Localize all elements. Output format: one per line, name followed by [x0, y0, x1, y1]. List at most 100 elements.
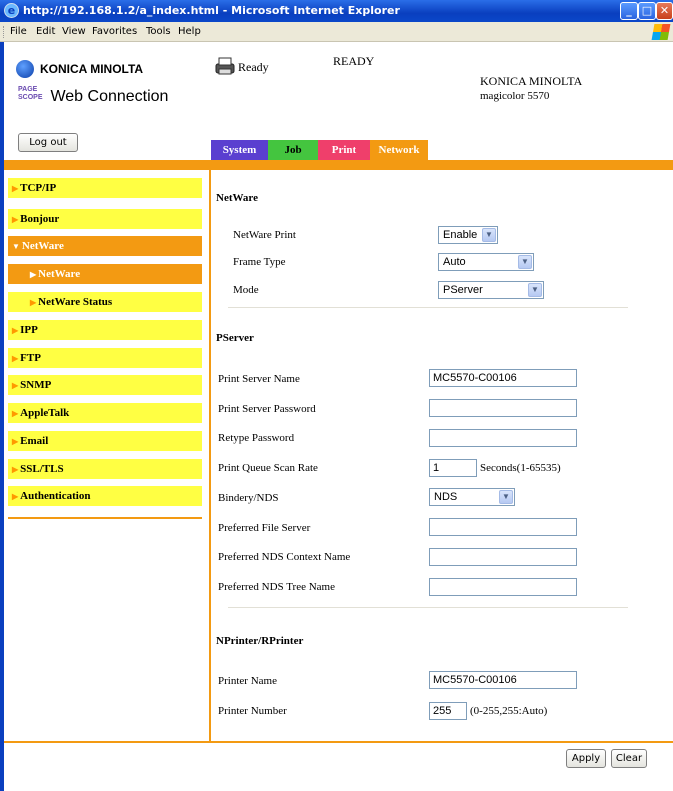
sidebar-item-ssltls[interactable]: ▶ SSL/TLS [8, 459, 202, 479]
menu-edit[interactable]: Edit [36, 26, 55, 37]
netware-print-label: NetWare Print [233, 229, 296, 241]
arrow-right-icon: ▶ [12, 215, 19, 224]
sidebar-item-label: AppleTalk [20, 407, 70, 419]
preferred-nds-context-label: Preferred NDS Context Name [218, 551, 351, 563]
print-queue-scan-rate-input[interactable]: 1 [429, 459, 477, 477]
bindery-nds-value: NDS [434, 491, 458, 503]
tab-system[interactable]: System [211, 140, 268, 160]
menu-help[interactable]: Help [178, 26, 201, 37]
sidebar-item-tcpip[interactable]: ▶ TCP/IP [8, 178, 202, 198]
minimize-button[interactable]: _ [620, 2, 638, 20]
sidebar-item-ipp[interactable]: ▶ IPP [8, 320, 202, 340]
retype-password-label: Retype Password [218, 432, 295, 444]
print-server-name-input[interactable]: MC5570-C00106 [429, 369, 577, 387]
sidebar-item-label: Bonjour [20, 213, 60, 225]
close-button[interactable]: ✕ [656, 2, 673, 20]
print-queue-scan-rate-label: Print Queue Scan Rate [218, 462, 318, 474]
arrow-right-icon: ▶ [12, 409, 19, 418]
menu-view[interactable]: View [62, 26, 86, 37]
sidebar-item-label: IPP [20, 324, 38, 336]
bindery-nds-label: Bindery/NDS [218, 492, 279, 504]
sidebar-item-ftp[interactable]: ▶ FTP [8, 348, 202, 368]
sidebar-item-label: FTP [20, 352, 41, 364]
netware-print-select[interactable]: Enable ▼ [438, 226, 498, 244]
preferred-nds-context-input[interactable] [429, 548, 577, 566]
sidebar-item-label: NetWare [38, 268, 81, 280]
preferred-nds-tree-label: Preferred NDS Tree Name [218, 581, 335, 593]
mode-select[interactable]: PServer ▼ [438, 281, 544, 299]
print-server-password-label: Print Server Password [218, 403, 316, 415]
mode-value: PServer [443, 284, 483, 296]
arrow-right-icon: ▶ [12, 381, 19, 390]
status-caps: READY [333, 54, 375, 68]
menu-file[interactable]: File [10, 26, 27, 37]
mode-label: Mode [233, 284, 259, 296]
arrow-right-icon: ▶ [12, 326, 19, 335]
sidebar-item-label: Authentication [20, 490, 91, 502]
chevron-down-icon: ▼ [518, 255, 532, 269]
arrow-right-icon: ▶ [12, 437, 19, 446]
sidebar-item-appletalk[interactable]: ▶ AppleTalk [8, 403, 202, 423]
device-model: magicolor 5570 [480, 90, 550, 102]
window-frame-left [0, 42, 4, 791]
scan-rate-unit: Seconds(1-65535) [480, 462, 561, 474]
sidebar-subitem-netware-status[interactable]: ▶ NetWare Status [8, 292, 202, 312]
chevron-down-icon: ▼ [499, 490, 513, 504]
window-title: http://192.168.1.2/a_index.html - Micros… [23, 4, 400, 17]
nprinter-section-title: NPrinter/RPrinter [216, 635, 304, 647]
sidebar-item-label: TCP/IP [20, 182, 57, 194]
clear-button[interactable]: Clear [611, 749, 647, 768]
sidebar-item-label: NetWare [21, 240, 64, 252]
sidebar-item-snmp[interactable]: ▶ SNMP [8, 375, 202, 395]
frame-type-select[interactable]: Auto ▼ [438, 253, 534, 271]
frame-type-value: Auto [443, 256, 466, 268]
netware-print-value: Enable [443, 229, 478, 241]
sidebar-subitem-netware[interactable]: ▶ NetWare [8, 264, 202, 284]
tab-network[interactable]: Network [370, 140, 428, 160]
apply-button[interactable]: Apply [566, 749, 606, 768]
konica-minolta-globe-icon [16, 60, 34, 78]
menu-favorites[interactable]: Favorites [92, 26, 137, 37]
sidebar-item-authentication[interactable]: ▶ Authentication [8, 486, 202, 506]
preferred-file-server-input[interactable] [429, 518, 577, 536]
print-server-password-input[interactable] [429, 399, 577, 417]
maximize-button[interactable]: □ [638, 2, 656, 20]
pagescope-icon: PAGE SCOPE [18, 86, 43, 101]
section-divider [228, 607, 628, 609]
tab-print[interactable]: Print [318, 140, 370, 160]
product-logo-text: Web Connection [50, 88, 169, 105]
printer-number-input[interactable]: 255 [429, 702, 467, 720]
arrow-right-icon: ▶ [12, 354, 19, 363]
logout-button[interactable]: Log out [18, 133, 78, 152]
menu-bar: File Edit View Favorites Tools Help [0, 22, 673, 42]
bindery-nds-select[interactable]: NDS ▼ [429, 488, 515, 506]
chevron-down-icon: ▼ [528, 283, 542, 297]
preferred-nds-tree-input[interactable] [429, 578, 577, 596]
tab-underline-bar [4, 160, 673, 170]
printer-status-icon [215, 57, 235, 75]
sidebar-item-email[interactable]: ▶ Email [8, 431, 202, 451]
bottom-bar [4, 741, 673, 743]
sidebar-item-netware[interactable]: ▼ NetWare [8, 236, 202, 256]
toolbar-grip[interactable] [3, 26, 5, 38]
retype-password-input[interactable] [429, 429, 577, 447]
konica-minolta-logo: KONICA MINOLTA [16, 60, 143, 78]
printer-number-label: Printer Number [218, 705, 287, 717]
chevron-down-icon: ▼ [482, 228, 496, 242]
sidebar-item-bonjour[interactable]: ▶ Bonjour [8, 209, 202, 229]
status-label: Ready [238, 60, 269, 74]
printer-name-input[interactable]: MC5570-C00106 [429, 671, 577, 689]
pagescope-logo: PAGE SCOPE Web Connection [18, 86, 168, 106]
menu-tools[interactable]: Tools [146, 26, 171, 37]
section-divider [228, 307, 628, 309]
sidebar-bottom-line [8, 517, 202, 519]
arrow-down-icon: ▼ [12, 242, 20, 251]
arrow-right-icon: ▶ [12, 465, 19, 474]
window-titlebar: e http://192.168.1.2/a_index.html - Micr… [0, 0, 673, 22]
device-brand: KONICA MINOLTA [480, 74, 583, 88]
internet-explorer-icon: e [4, 3, 19, 18]
sidebar-item-label: Email [20, 435, 49, 447]
arrow-right-icon: ▶ [30, 270, 37, 279]
printer-number-hint: (0-255,255:Auto) [470, 705, 548, 717]
tab-job[interactable]: Job [268, 140, 318, 160]
